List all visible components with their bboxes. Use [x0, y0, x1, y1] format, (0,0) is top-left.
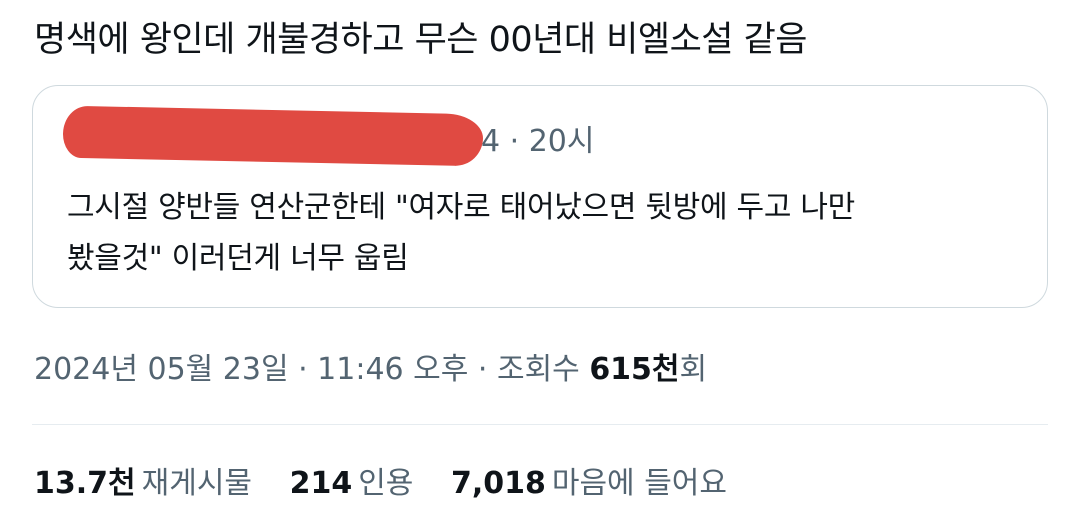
- engagement-stats: 13.7천 재게시물 214 인용 7,018 마음에 들어요: [34, 462, 755, 506]
- quoted-tweet-card[interactable]: 4 · 20시 그시절 양반들 연산군한테 "여자로 태어났으면 뒷방에 두고 …: [32, 85, 1048, 308]
- tweet-datetime[interactable]: 2024년 05월 23일 · 11:46 오후 · 조회수: [34, 352, 589, 387]
- quotes-label: 인용: [358, 466, 414, 501]
- retweets-stat[interactable]: 13.7천 재게시물: [34, 462, 252, 506]
- retweets-label: 재게시물: [141, 466, 253, 501]
- tweet-timestamp-row: 2024년 05월 23일 · 11:46 오후 · 조회수 615천회: [34, 348, 707, 392]
- likes-label: 마음에 들어요: [551, 466, 727, 501]
- views-suffix: 회: [679, 352, 708, 387]
- tweet-text: 명색에 왕인데 개불경하고 무슨 00년대 비엘소설 같음: [34, 20, 808, 60]
- quoted-tweet-text: 그시절 양반들 연산군한테 "여자로 태어났으면 뒷방에 두고 나만 봤을것" …: [67, 190, 855, 276]
- views-count: 615천: [589, 352, 680, 387]
- likes-count: 7,018: [450, 466, 546, 501]
- redaction-scribble: [62, 105, 484, 167]
- quoted-tweet-time[interactable]: 4 · 20시: [481, 122, 594, 162]
- divider: [32, 424, 1048, 425]
- retweets-count: 13.7천: [34, 466, 136, 501]
- quotes-stat[interactable]: 214 인용: [290, 462, 414, 506]
- quotes-count: 214: [289, 466, 353, 501]
- likes-stat[interactable]: 7,018 마음에 들어요: [451, 462, 727, 506]
